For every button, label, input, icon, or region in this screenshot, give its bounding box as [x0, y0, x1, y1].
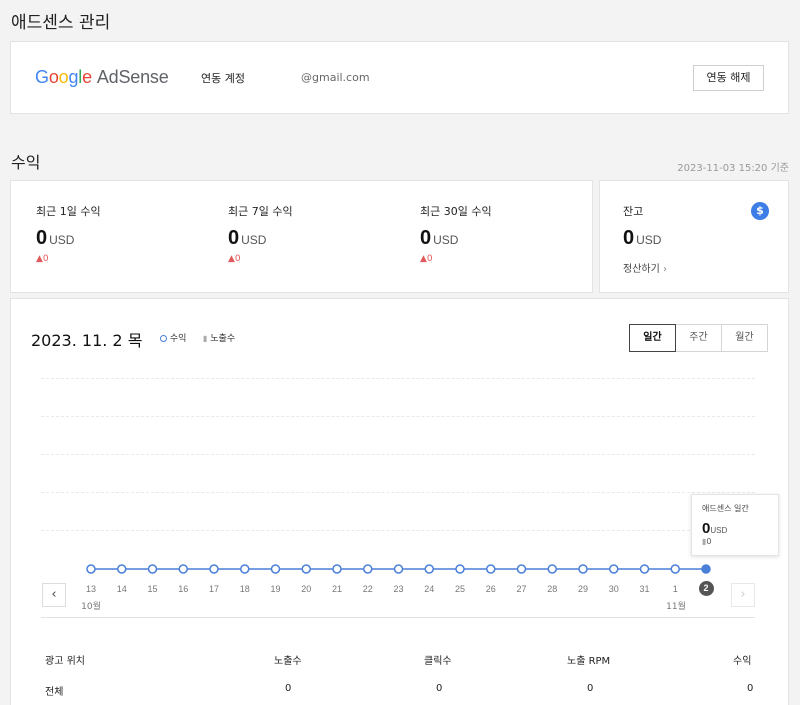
data-point[interactable] [547, 564, 557, 574]
data-point[interactable] [86, 564, 96, 574]
data-point[interactable] [701, 564, 711, 574]
x-tick-label: 27 [516, 584, 527, 594]
x-tick-label: 2 [698, 581, 714, 596]
x-tick-label: 1 [672, 584, 678, 594]
x-tick-label: 29 [577, 584, 588, 594]
table-header-impressions: 노출수 [274, 656, 302, 667]
table-header-revenue: 수익 [733, 656, 752, 667]
data-point[interactable] [639, 564, 650, 574]
chevron-right-icon: › [740, 587, 746, 602]
chart-baseline [41, 617, 755, 618]
table-cell-revenue: 0 [747, 683, 754, 694]
x-tick-label: 28 [547, 584, 558, 594]
data-point[interactable] [363, 564, 373, 574]
prev-period-button[interactable]: ‹ [42, 583, 66, 607]
data-point[interactable] [240, 564, 250, 574]
tooltip-value: 0USD [702, 520, 728, 537]
x-tick-label: 24 [424, 584, 435, 594]
data-point[interactable] [516, 564, 527, 574]
data-point[interactable] [332, 564, 342, 574]
x-tick-label: 26 [485, 584, 496, 594]
data-point[interactable] [178, 564, 188, 574]
x-tick-label: 31 [639, 584, 650, 594]
data-point[interactable] [147, 564, 158, 574]
tooltip-title: 애드센스 일간 [702, 504, 749, 513]
data-point[interactable] [609, 564, 619, 574]
x-tick-label: 16 [178, 584, 189, 594]
x-tick-label: 30 [608, 584, 619, 594]
data-point[interactable] [455, 564, 465, 574]
x-tick-label: 13 [85, 584, 96, 594]
month-label-nov: 11월 [666, 602, 686, 612]
table-header-clicks: 클릭수 [424, 656, 452, 667]
tooltip-impressions: ▮0 [702, 537, 712, 546]
x-tick-label: 19 [270, 584, 281, 594]
x-tick-label: 17 [208, 584, 219, 594]
data-point[interactable] [578, 564, 588, 574]
x-tick-label: 14 [116, 584, 127, 594]
data-point[interactable] [424, 564, 434, 574]
data-point[interactable] [301, 564, 311, 574]
tab-daily[interactable]: 일간 [629, 324, 676, 352]
data-point[interactable] [209, 564, 219, 574]
table-cell-placement: 전체 [45, 687, 64, 698]
next-period-button[interactable]: › [731, 583, 755, 607]
x-tick-label: 25 [454, 584, 465, 594]
x-tick-label: 23 [393, 584, 404, 594]
table-cell-impressions: 0 [285, 683, 292, 694]
data-point[interactable] [270, 564, 281, 574]
data-point[interactable] [393, 564, 404, 574]
table-header-placement: 광고 위치 [45, 656, 85, 667]
month-label-oct: 10월 [81, 602, 101, 612]
x-tick-label: 15 [147, 584, 158, 594]
table-cell-clicks: 0 [436, 683, 443, 694]
table-cell-rpm: 0 [587, 683, 594, 694]
table-header-rpm: 노출 RPM [567, 656, 611, 667]
data-point[interactable] [117, 564, 127, 574]
x-tick-label: 21 [331, 584, 342, 594]
data-point[interactable] [670, 564, 680, 574]
x-tick-label: 22 [362, 584, 373, 594]
chart-tooltip: 애드센스 일간 0USD ▮0 [691, 494, 779, 556]
data-point[interactable] [486, 564, 496, 574]
x-tick-label: 18 [239, 584, 250, 594]
chevron-left-icon: ‹ [51, 587, 57, 602]
x-tick-label: 20 [301, 584, 312, 594]
